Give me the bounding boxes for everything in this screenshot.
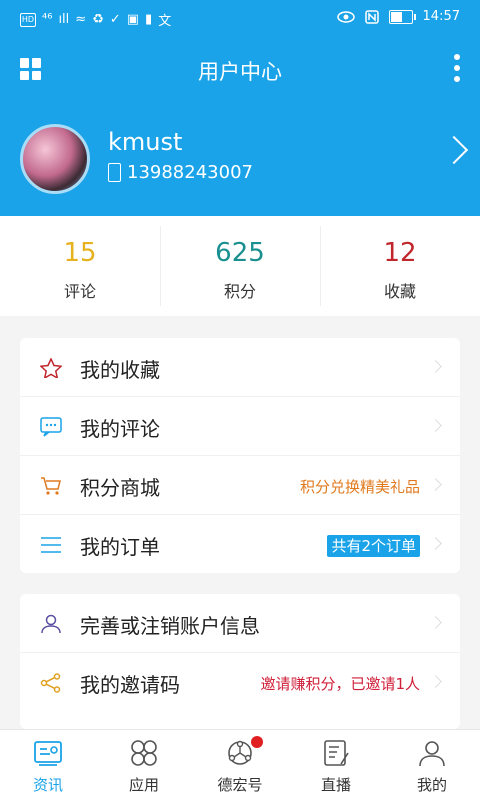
stat-label: 评论 (63, 282, 96, 301)
battery-icon (388, 9, 416, 24)
tab-mine[interactable]: 我的 (384, 730, 480, 801)
chevron-right-icon (429, 478, 442, 491)
badge-text: 共有2个订单 (327, 535, 420, 557)
stats-bar: 15 评论 625 积分 12 收藏 (0, 216, 480, 316)
stat-label: 积分 (223, 282, 256, 301)
battery-notify-icon: ▮ (145, 12, 153, 27)
stat-favorites[interactable]: 12 收藏 (320, 216, 480, 316)
status-time: 14:57 (422, 9, 460, 24)
phone-number: 13988243007 (108, 162, 253, 183)
phone-icon (108, 163, 121, 182)
chevron-right-icon (429, 537, 442, 550)
menu-item-account-info[interactable]: 完善或注销账户信息 (20, 594, 460, 653)
page-title: 用户中心 (198, 60, 282, 84)
app-bar: 用户中心 (0, 36, 480, 102)
menu-card-2: 完善或注销账户信息 我的邀请码 邀请赚积分，已邀请1人 (20, 594, 460, 729)
tab-label: 直播 (320, 776, 351, 794)
menu-card-1: 我的收藏 我的评论 积分商城 积分兑换精美礼品 我的订单 共有2个订单 (20, 338, 460, 573)
menu-label: 完善或注销账户信息 (80, 614, 260, 638)
stat-value: 625 (215, 238, 265, 268)
menu-label: 我的收藏 (80, 358, 160, 382)
chevron-right-icon (429, 360, 442, 373)
menu-label: 我的订单 (80, 535, 160, 559)
live-icon (324, 740, 349, 766)
red-app-notify-icon: ▣ (126, 12, 140, 27)
chevron-right-icon (429, 675, 442, 688)
nfc-icon (364, 9, 379, 24)
menu-label: 我的邀请码 (80, 673, 180, 697)
menu-item-comments[interactable]: 我的评论 (20, 397, 460, 456)
order-count-badge: 共有2个订单 (327, 535, 420, 557)
eye-icon (336, 10, 355, 23)
chevron-right-icon (429, 419, 442, 432)
phone-text: 13988243007 (127, 162, 253, 183)
profile-header[interactable]: kmust 13988243007 (0, 102, 480, 216)
news-icon (34, 741, 62, 766)
translate-icon: 文 (158, 14, 172, 29)
tab-dehong[interactable]: 德宏号 (192, 730, 288, 801)
app-notify-icon: ♻ (92, 12, 104, 27)
stat-label: 收藏 (383, 282, 416, 301)
network-4g-icon: ⁴⁶ (42, 12, 53, 27)
tab-news[interactable]: 资讯 (0, 730, 96, 801)
stat-comments[interactable]: 15 评论 (0, 216, 160, 316)
check-notify-icon: ✓ (109, 12, 121, 27)
stat-points[interactable]: 625 积分 (160, 216, 320, 316)
cart-icon (41, 477, 61, 495)
menu-label: 我的评论 (80, 417, 160, 441)
more-options-icon[interactable] (452, 54, 462, 82)
signal-icon: ıll (58, 12, 70, 27)
comment-icon (40, 417, 62, 437)
tab-apps[interactable]: 应用 (96, 730, 192, 801)
status-right: 14:57 (336, 9, 460, 24)
profile-icon (419, 741, 445, 767)
chevron-right-icon (429, 616, 442, 629)
stat-value: 15 (63, 238, 97, 268)
chevron-right-icon[interactable] (439, 135, 469, 165)
status-bar: HD ⁴⁶ ıll ≈ ♻ ✓ ▣ ▮ 文 14:57 (0, 0, 480, 36)
status-left-icons: HD ⁴⁶ ıll ≈ ♻ ✓ ▣ ▮ 文 (20, 10, 171, 29)
share-icon (40, 673, 61, 693)
tab-label: 应用 (128, 776, 159, 794)
user-icon (41, 614, 61, 634)
bottom-tab-bar: 资讯 应用 德宏号 直播 我的 (0, 729, 480, 801)
list-icon (41, 537, 61, 553)
tab-label: 我的 (416, 776, 447, 794)
menu-label: 积分商城 (80, 476, 160, 500)
apps-icon (131, 740, 157, 766)
menu-item-invite-code[interactable]: 我的邀请码 邀请赚积分，已邀请1人 (20, 653, 460, 711)
menu-item-favorites[interactable]: 我的收藏 (20, 338, 460, 397)
menu-item-points-mall[interactable]: 积分商城 积分兑换精美礼品 (20, 456, 460, 515)
stat-value: 12 (383, 238, 417, 268)
tab-label: 德宏号 (217, 776, 263, 794)
tab-live[interactable]: 直播 (288, 730, 384, 801)
menu-item-orders[interactable]: 我的订单 共有2个订单 (20, 515, 460, 573)
menu-extra-text: 邀请赚积分，已邀请1人 (260, 675, 420, 693)
menu-extra-text: 积分兑换精美礼品 (299, 478, 420, 496)
avatar[interactable] (20, 124, 90, 194)
username: kmust (108, 128, 183, 156)
notification-dot (251, 736, 263, 748)
hd-icon: HD (20, 12, 36, 27)
wifi-icon: ≈ (75, 12, 87, 27)
star-icon (40, 358, 62, 378)
tab-label: 资讯 (32, 776, 63, 794)
